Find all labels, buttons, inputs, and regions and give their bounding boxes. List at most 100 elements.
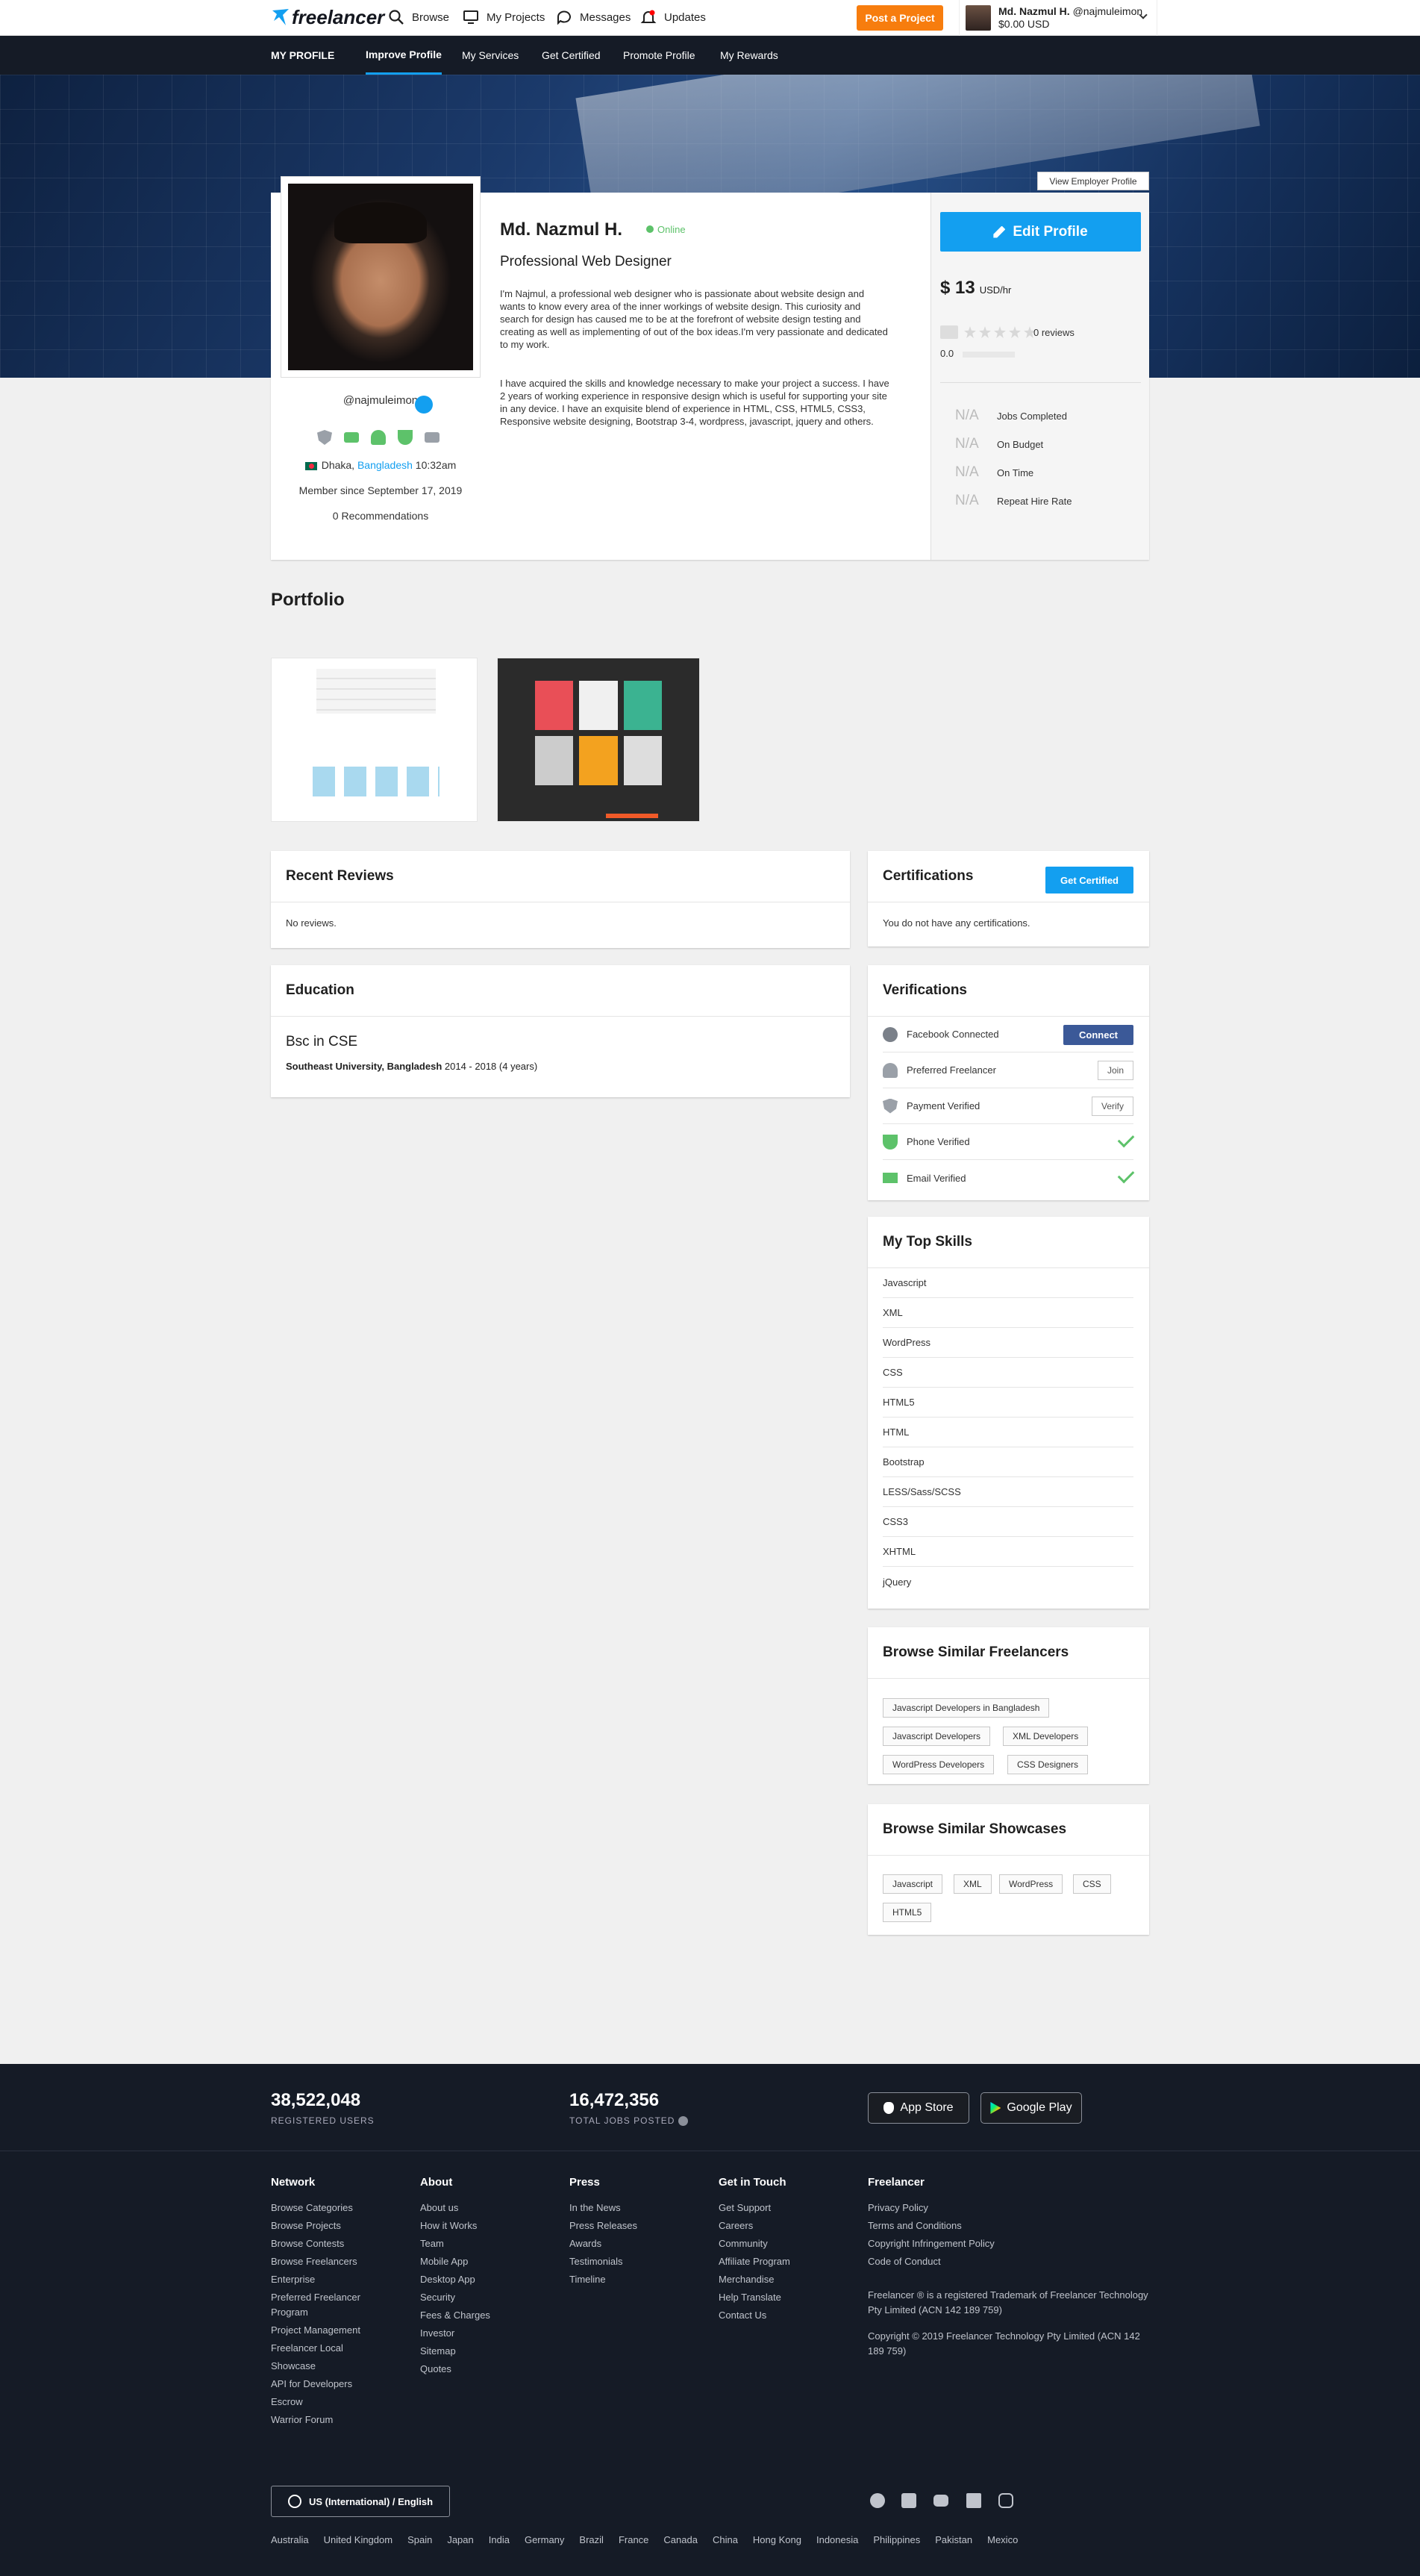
country-link[interactable]: Indonesia — [816, 2534, 858, 2545]
footer-link[interactable]: Fees & Charges — [420, 2307, 569, 2324]
tab-improve-profile[interactable]: Improve Profile — [366, 36, 442, 75]
skill-item[interactable]: HTML5 — [883, 1388, 1133, 1418]
footer-link[interactable]: Community — [719, 2235, 868, 2253]
footer-link[interactable]: Team — [420, 2235, 569, 2253]
country-link[interactable]: Mexico — [987, 2534, 1018, 2545]
browse-nav[interactable]: Browse — [388, 9, 449, 25]
footer-link[interactable]: Awards — [569, 2235, 719, 2253]
rss-icon[interactable] — [966, 2493, 981, 2508]
footer-link[interactable]: How it Works — [420, 2217, 569, 2235]
footer-link[interactable]: Investor — [420, 2324, 569, 2342]
facebook-connect-button[interactable]: Connect — [1063, 1025, 1133, 1045]
footer-link[interactable]: Code of Conduct — [868, 2253, 1017, 2271]
footer-link[interactable]: In the News — [569, 2199, 719, 2217]
country-link[interactable]: Philippines — [873, 2534, 920, 2545]
portfolio-item-1[interactable] — [271, 658, 478, 822]
footer-link[interactable]: Contact Us — [719, 2307, 868, 2324]
skill-item[interactable]: Javascript — [883, 1268, 1133, 1298]
country-link[interactable]: China — [713, 2534, 738, 2545]
country-link[interactable]: France — [619, 2534, 648, 2545]
footer-link[interactable]: Help Translate — [719, 2289, 868, 2307]
skill-item[interactable]: HTML — [883, 1418, 1133, 1447]
location-country-link[interactable]: Bangladesh — [357, 459, 413, 471]
reviews-count[interactable]: 0 reviews — [1033, 327, 1075, 338]
footer-link[interactable]: Testimonials — [569, 2253, 719, 2271]
footer-link[interactable]: Escrow — [271, 2393, 420, 2411]
footer-link[interactable]: Desktop App — [420, 2271, 569, 2289]
country-link[interactable]: Japan — [447, 2534, 473, 2545]
country-link[interactable]: Canada — [663, 2534, 698, 2545]
footer-link[interactable]: Browse Freelancers — [271, 2253, 420, 2271]
skill-item[interactable]: XHTML — [883, 1537, 1133, 1567]
footer-link[interactable]: Timeline — [569, 2271, 719, 2289]
profile-photo[interactable] — [288, 184, 473, 370]
footer-link[interactable]: Freelancer Local — [271, 2339, 420, 2357]
skill-item[interactable]: jQuery — [883, 1567, 1133, 1597]
skill-item[interactable]: CSS — [883, 1358, 1133, 1388]
footer-link[interactable]: Terms and Conditions — [868, 2217, 1017, 2235]
tab-get-certified[interactable]: Get Certified — [542, 36, 601, 75]
footer-link[interactable]: Affiliate Program — [719, 2253, 868, 2271]
facebook-icon[interactable] — [870, 2493, 885, 2508]
similar-showcase-chip[interactable]: Javascript — [883, 1874, 943, 1894]
country-link[interactable]: India — [489, 2534, 510, 2545]
tab-promote-profile[interactable]: Promote Profile — [623, 36, 695, 75]
join-button[interactable]: Join — [1097, 1061, 1133, 1080]
skill-item[interactable]: LESS/Sass/SCSS — [883, 1477, 1133, 1507]
similar-freelancer-chip[interactable]: XML Developers — [1003, 1727, 1089, 1746]
similar-showcase-chip[interactable]: CSS — [1073, 1874, 1111, 1894]
help-icon[interactable] — [678, 2116, 688, 2127]
twitter-icon[interactable] — [901, 2493, 916, 2508]
footer-link[interactable]: Mobile App — [420, 2253, 569, 2271]
similar-freelancer-chip[interactable]: Javascript Developers in Bangladesh — [883, 1698, 1050, 1718]
freelancer-logo[interactable]: freelancer — [271, 6, 384, 28]
footer-link[interactable]: Merchandise — [719, 2271, 868, 2289]
similar-freelancer-chip[interactable]: CSS Designers — [1007, 1755, 1089, 1774]
country-link[interactable]: Hong Kong — [753, 2534, 801, 2545]
footer-link[interactable]: Preferred Freelancer Program — [271, 2290, 383, 2320]
similar-showcase-chip[interactable]: XML — [954, 1874, 992, 1894]
post-project-button[interactable]: Post a Project — [857, 5, 943, 31]
tab-my-rewards[interactable]: My Rewards — [720, 36, 778, 75]
updates-nav[interactable]: Updates — [640, 9, 706, 25]
google-play-button[interactable]: Google Play — [980, 2092, 1082, 2124]
footer-link[interactable]: Quotes — [420, 2360, 569, 2378]
get-certified-button[interactable]: Get Certified — [1045, 867, 1133, 894]
footer-link[interactable]: Browse Categories — [271, 2199, 420, 2217]
skill-item[interactable]: Bootstrap — [883, 1447, 1133, 1477]
footer-link[interactable]: API for Developers — [271, 2375, 420, 2393]
footer-link[interactable]: About us — [420, 2199, 569, 2217]
country-link[interactable]: Australia — [271, 2534, 309, 2545]
similar-showcase-chip[interactable]: WordPress — [999, 1874, 1063, 1894]
similar-freelancer-chip[interactable]: WordPress Developers — [883, 1755, 995, 1774]
country-link[interactable]: Pakistan — [935, 2534, 972, 2545]
footer-link[interactable]: Security — [420, 2289, 569, 2307]
footer-link[interactable]: Warrior Forum — [271, 2411, 420, 2429]
instagram-icon[interactable] — [998, 2493, 1013, 2508]
footer-link[interactable]: Enterprise — [271, 2271, 420, 2289]
my-projects-nav[interactable]: My Projects — [463, 9, 545, 25]
country-link[interactable]: Germany — [525, 2534, 564, 2545]
footer-link[interactable]: Press Releases — [569, 2217, 719, 2235]
footer-link[interactable]: Browse Contests — [271, 2235, 420, 2253]
country-link[interactable]: Spain — [407, 2534, 432, 2545]
similar-freelancer-chip[interactable]: Javascript Developers — [883, 1727, 991, 1746]
footer-link[interactable]: Project Management — [271, 2321, 420, 2339]
country-link[interactable]: United Kingdom — [324, 2534, 393, 2545]
footer-link[interactable]: Copyright Infringement Policy — [868, 2235, 1107, 2253]
portfolio-item-2[interactable] — [497, 658, 700, 822]
similar-showcase-chip[interactable]: HTML5 — [883, 1903, 932, 1922]
youtube-icon[interactable] — [933, 2495, 948, 2507]
messages-nav[interactable]: Messages — [556, 9, 631, 25]
tab-my-services[interactable]: My Services — [462, 36, 519, 75]
user-menu[interactable]: Md. Nazmul H. @najmuleimon $0.00 USD — [959, 0, 1157, 36]
footer-link[interactable]: Browse Projects — [271, 2217, 420, 2235]
verify-button[interactable]: Verify — [1091, 1097, 1133, 1116]
footer-link[interactable]: Privacy Policy — [868, 2199, 1017, 2217]
language-selector[interactable]: US (International) / English — [271, 2486, 450, 2517]
skill-item[interactable]: WordPress — [883, 1328, 1133, 1358]
footer-link[interactable]: Careers — [719, 2217, 868, 2235]
skill-item[interactable]: XML — [883, 1298, 1133, 1328]
app-store-button[interactable]: App Store — [868, 2092, 969, 2124]
view-employer-profile-button[interactable]: View Employer Profile — [1037, 172, 1149, 190]
